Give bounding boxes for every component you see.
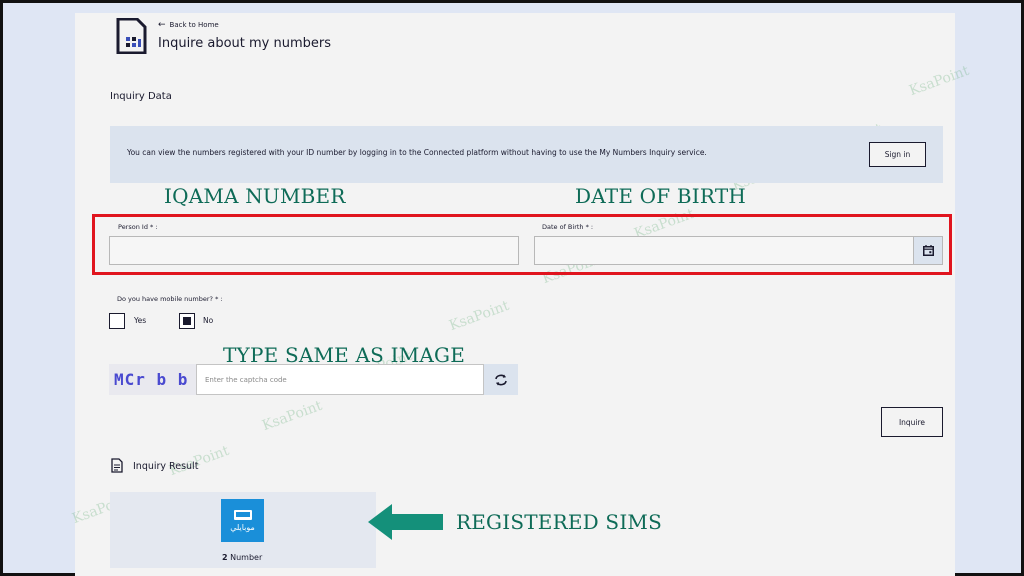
document-icon [111, 458, 123, 473]
date-of-birth-input[interactable] [534, 236, 914, 265]
calendar-button[interactable] [913, 236, 943, 265]
back-to-home-label: Back to Home [169, 21, 219, 29]
number-count-unit: Number [230, 553, 263, 562]
sim-card-icon [116, 18, 147, 54]
info-banner-text: You can view the numbers registered with… [127, 148, 707, 157]
calendar-icon [922, 245, 934, 256]
person-id-label: Person Id * : [118, 223, 158, 231]
annotation-registered-sims: REGISTERED SIMS [456, 510, 663, 534]
back-to-home-link[interactable]: ← Back to Home [158, 20, 219, 30]
operator-logo-text: موبايلي [230, 522, 255, 532]
annotation-date-of-birth: DATE OF BIRTH [575, 184, 746, 208]
chat-bubble-icon [233, 509, 252, 520]
page-title: Inquire about my numbers [158, 36, 332, 51]
checkbox-checked-mark [183, 317, 191, 325]
operator-logo: موبايلي [221, 499, 264, 542]
arrow-left-icon [368, 504, 443, 540]
number-count-value: 2 [222, 553, 228, 562]
inquiry-result-label: Inquiry Result [133, 461, 199, 472]
yes-option-label: Yes [134, 316, 147, 325]
no-option-label: No [203, 316, 214, 325]
captcha-image: MCr b b [109, 364, 196, 395]
inquire-button[interactable]: Inquire [881, 407, 943, 437]
sign-in-button[interactable]: Sign in [869, 142, 926, 167]
person-id-input[interactable] [109, 236, 519, 265]
annotation-iqama-number: IQAMA NUMBER [164, 184, 346, 208]
number-count: 2 Number [222, 553, 262, 562]
date-of-birth-label: Date of Birth * : [542, 223, 594, 231]
no-checkbox[interactable] [179, 313, 195, 329]
refresh-icon [495, 374, 507, 385]
screenshot-frame: KsaPoint KsaPoint KsaPoint KsaPoint KsaP… [0, 0, 1024, 576]
refresh-captcha-button[interactable] [484, 364, 518, 395]
captcha-input[interactable]: Enter the captcha code [196, 364, 484, 395]
arrow-left-icon: ← [158, 20, 166, 30]
section-label-inquiry-data: Inquiry Data [110, 91, 172, 102]
yes-checkbox[interactable] [109, 313, 125, 329]
mobile-number-question: Do you have mobile number? * : [117, 295, 223, 303]
